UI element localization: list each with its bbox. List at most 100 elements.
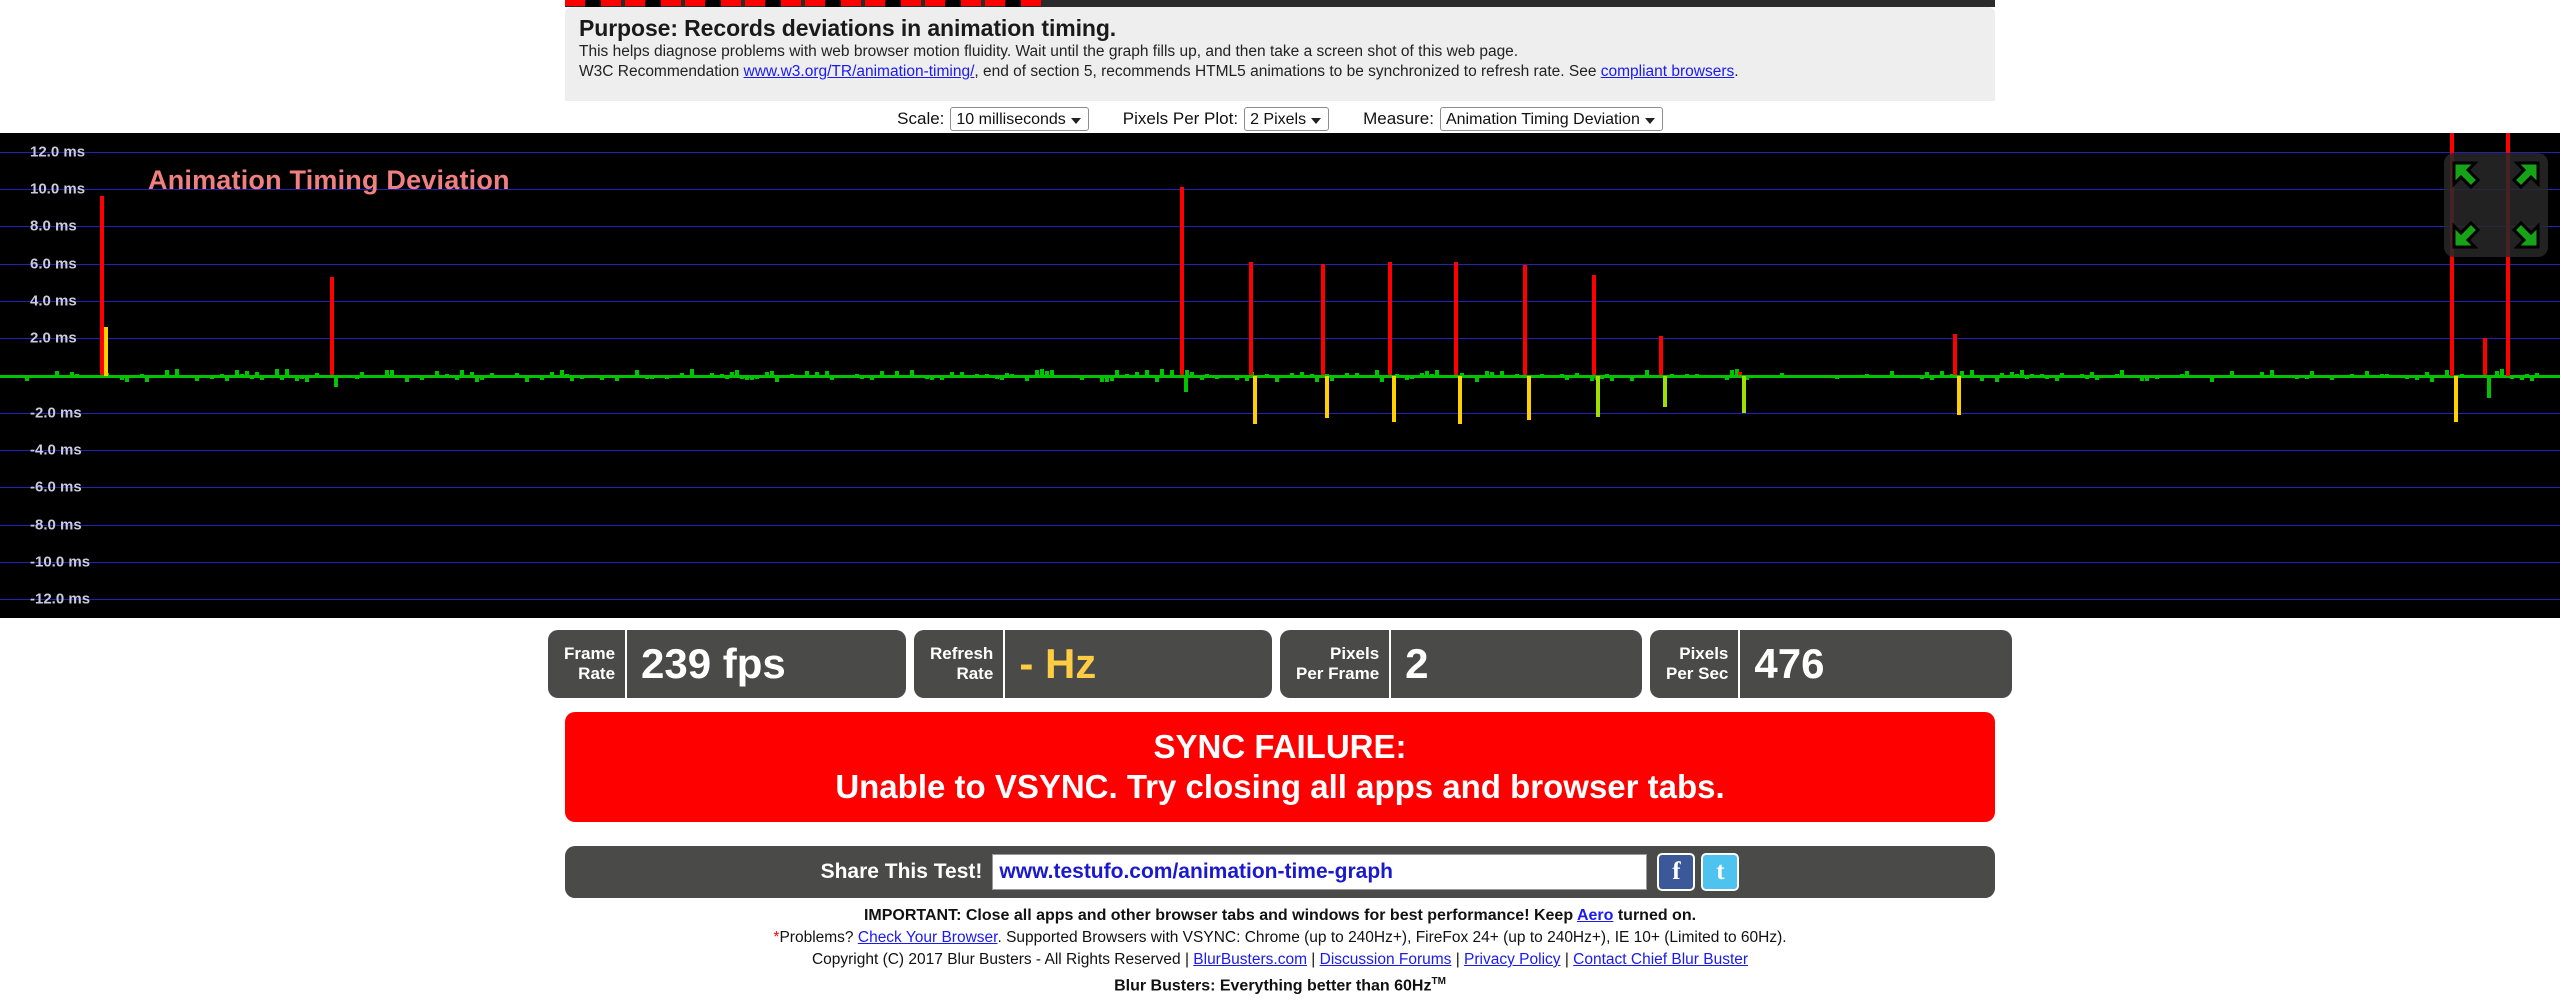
spike-up [1321, 263, 1325, 376]
privacy-policy-link[interactable]: Privacy Policy [1464, 951, 1560, 968]
spike-down [1325, 375, 1329, 419]
ufo-sprite [865, 0, 921, 7]
stat-box-ppf: Pixels Per Frame 2 [1280, 630, 1642, 698]
ufo-sprite [925, 0, 981, 7]
scale-control: Scale: 10 milliseconds [897, 107, 1089, 131]
fullscreen-expand-icon[interactable] [2444, 153, 2548, 257]
pixels-per-plot-control: Pixels Per Plot: 2 Pixels [1122, 107, 1330, 131]
info-line2-prefix: W3C Recommendation [579, 63, 744, 80]
ufo-sprite [985, 0, 1041, 7]
scale-select[interactable]: 10 milliseconds [950, 107, 1089, 131]
footer-tagline: Blur Busters: Everything better than 60H… [0, 971, 2560, 997]
gridline [0, 450, 2560, 452]
measure-select[interactable]: Animation Timing Deviation [1439, 107, 1663, 131]
spike-down [1596, 375, 1600, 417]
ufo-sprite [805, 0, 861, 7]
ufo-row [565, 0, 1041, 7]
aero-link[interactable]: Aero [1577, 907, 1613, 924]
spike-down [1527, 375, 1531, 421]
copyright-sep-1: | [1306, 951, 1320, 968]
spike-up [1592, 274, 1596, 376]
arrow-down-left-icon [2452, 220, 2481, 249]
info-line2-suffix: . [1734, 63, 1739, 80]
w3c-animation-timing-link[interactable]: www.w3.org/TR/animation-timing/ [744, 63, 975, 80]
discussion-forums-link[interactable]: Discussion Forums [1320, 951, 1452, 968]
baseline-trace [0, 374, 2560, 378]
info-panel: Purpose: Records deviations in animation… [565, 7, 1995, 101]
check-your-browser-link[interactable]: Check Your Browser [858, 929, 998, 946]
blurbusters-link[interactable]: BlurBusters.com [1193, 951, 1307, 968]
y-axis-tick-label: -2.0 ms [30, 404, 82, 422]
tagline-trademark: TM [1431, 976, 1446, 987]
stat-value: - Hz [1019, 640, 1097, 687]
stat-box-refresh: Refresh Rate - Hz [914, 630, 1272, 698]
stat-value: 2 [1405, 640, 1429, 687]
stat-box-frame: Frame Rate 239 fps [548, 630, 906, 698]
twitter-icon[interactable]: t [1701, 853, 1740, 891]
gridline [0, 226, 2560, 228]
scale-label: Scale: [897, 109, 945, 128]
info-line-1: This helps diagnose problems with web br… [579, 43, 1519, 60]
important-suffix: turned on. [1613, 907, 1697, 924]
problems-prefix: Problems? [779, 929, 858, 946]
arrow-up-right-icon [2511, 161, 2540, 190]
arrow-up-left-icon [2452, 161, 2481, 190]
stats-row: Frame Rate 239 fps Refresh Rate - Hz Pixels … [0, 628, 2560, 700]
copyright-sep-2: | [1451, 951, 1465, 968]
spike-up [1249, 261, 1253, 376]
ufo-sprite [565, 0, 621, 7]
spike-up [1953, 334, 1957, 376]
gridline [0, 412, 2560, 414]
y-axis-tick-label: 12.0 ms [30, 143, 86, 161]
spike-up [1659, 336, 1663, 376]
gridline [0, 524, 2560, 526]
y-axis-tick-label: 10.0 ms [30, 180, 86, 198]
spike-up [1454, 261, 1458, 376]
spike-up [1523, 265, 1527, 376]
gridline [0, 599, 2560, 601]
spike-up [1388, 261, 1392, 376]
y-axis-tick-label: -6.0 ms [30, 478, 82, 496]
tagline-text: Blur Busters: Everything better than 60H… [1114, 977, 1432, 995]
footer-important-line: IMPORTANT: Close all apps and other brow… [0, 905, 2560, 927]
stat-box-pps: Pixels Per Sec 476 [1650, 630, 2012, 698]
pixels-per-plot-label: Pixels Per Plot: [1122, 109, 1239, 128]
measure-label: Measure: [1363, 109, 1434, 128]
spike-down [2454, 375, 2458, 423]
ufo-sprite [685, 0, 741, 7]
copyright-sep-3: | [1560, 951, 1574, 968]
stat-value: 239 fps [641, 640, 786, 687]
spike-down [334, 375, 338, 387]
spike-down [2487, 375, 2491, 398]
share-bar: Share This Test! f t [565, 846, 1995, 898]
y-axis-tick-label: 2.0 ms [30, 329, 77, 347]
share-url-input[interactable] [992, 854, 1648, 890]
animation-timing-graph[interactable]: 12.0 ms 10.0 ms 8.0 ms 6.0 ms 4.0 ms 2.0 ms -2… [0, 133, 2560, 618]
copyright-text: Copyright (C) 2017 Blur Busters - All Ri… [811, 951, 1194, 968]
pixels-per-plot-select[interactable]: 2 Pixels [1244, 107, 1330, 131]
info-line-2: W3C Recommendation www.w3.org/TR/animati… [579, 62, 1981, 82]
purpose-heading: Purpose: Records deviations in animation… [579, 15, 1117, 41]
spike-up [2483, 338, 2487, 376]
stat-value: 476 [1754, 640, 1825, 687]
ufo-animation-strip [565, 0, 1995, 7]
y-axis-tick-label: -12.0 ms [30, 590, 91, 608]
spike-down [2510, 375, 2514, 380]
y-axis-tick-label: 4.0 ms [30, 292, 77, 310]
arrow-down-right-icon [2511, 220, 2540, 249]
facebook-icon[interactable]: f [1657, 853, 1696, 891]
sync-failure-message: Unable to VSYNC. Try closing all apps an… [835, 768, 1725, 805]
share-label: Share This Test! [820, 860, 983, 883]
gridline [0, 151, 2560, 153]
y-axis-tick-label: -8.0 ms [30, 516, 82, 534]
y-axis-tick-label: -4.0 ms [30, 441, 82, 459]
spike-down [1392, 375, 1396, 423]
important-prefix: IMPORTANT: Close all apps and other brow… [863, 907, 1577, 924]
spike-down [1957, 375, 1961, 415]
ufo-sprite [745, 0, 801, 7]
contact-chief-blur-buster-link[interactable]: Contact Chief Blur Buster [1573, 951, 1748, 968]
gridline [0, 562, 2560, 564]
compliant-browsers-link[interactable]: compliant browsers [1601, 63, 1735, 80]
gridline [0, 487, 2560, 489]
spike-down [1742, 375, 1746, 413]
